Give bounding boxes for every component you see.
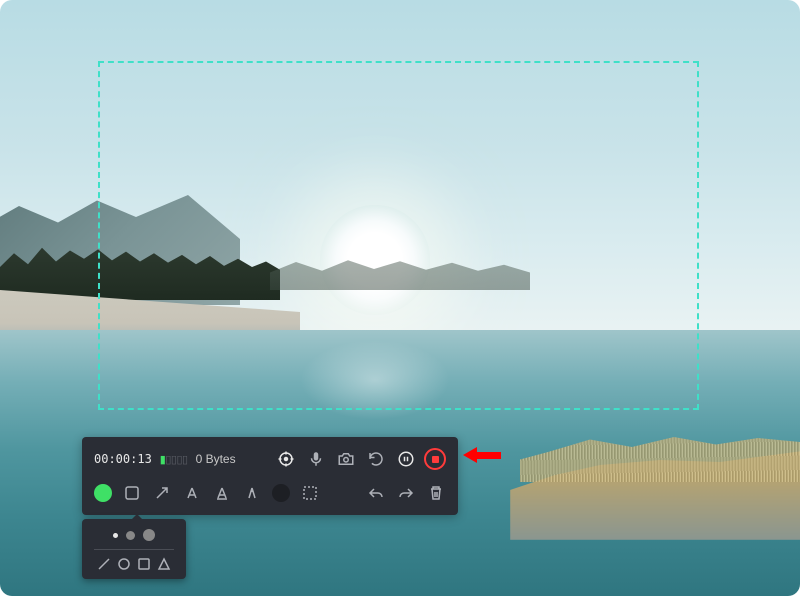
divider xyxy=(94,549,174,550)
shape-circle-button[interactable] xyxy=(116,556,131,571)
callout-arrow xyxy=(463,447,501,463)
stop-icon xyxy=(432,456,439,463)
trash-button[interactable] xyxy=(426,483,446,503)
undo-button[interactable] xyxy=(366,483,386,503)
rectangle-icon xyxy=(124,485,140,501)
text-icon xyxy=(184,485,200,501)
shape-square-button[interactable] xyxy=(137,556,152,571)
camera-icon xyxy=(337,450,355,468)
arrow-tool-button[interactable] xyxy=(152,483,172,503)
arrow-icon xyxy=(154,485,170,501)
audio-level-meter: ▮▯▯▯▯ xyxy=(160,453,188,466)
brush-size-small[interactable] xyxy=(113,533,118,538)
recording-toolbar: 00:00:13 ▮▯▯▯▯ 0 Bytes xyxy=(82,437,458,515)
selection-icon xyxy=(302,485,318,501)
shape-line-button[interactable] xyxy=(96,556,111,571)
rectangle-tool-button[interactable] xyxy=(122,483,142,503)
selection-tool-button[interactable] xyxy=(300,483,320,503)
stop-button[interactable] xyxy=(424,448,446,470)
triangle-icon xyxy=(157,557,171,571)
color-picker-button[interactable] xyxy=(94,484,112,502)
draw-icon xyxy=(244,485,260,501)
microphone-button[interactable] xyxy=(304,447,328,471)
draw-tool-button[interactable] xyxy=(242,483,262,503)
microphone-icon xyxy=(307,450,325,468)
trash-icon xyxy=(428,485,444,501)
eraser-button[interactable] xyxy=(272,484,290,502)
brush-options-popup xyxy=(82,519,186,579)
highlight-icon xyxy=(214,485,230,501)
square-icon xyxy=(137,557,151,571)
brush-size-large[interactable] xyxy=(143,529,155,541)
text-tool-button[interactable] xyxy=(182,483,202,503)
pause-button[interactable] xyxy=(394,447,418,471)
circle-icon xyxy=(117,557,131,571)
line-icon xyxy=(97,557,111,571)
cursor-toggle-button[interactable] xyxy=(274,447,298,471)
restart-button[interactable] xyxy=(364,447,388,471)
recording-timer: 00:00:13 xyxy=(94,452,152,466)
recording-size: 0 Bytes xyxy=(196,452,236,466)
undo-icon xyxy=(368,485,384,501)
brush-size-medium[interactable] xyxy=(126,531,135,540)
cursor-target-icon xyxy=(277,450,295,468)
redo-icon xyxy=(398,485,414,501)
restart-icon xyxy=(367,450,385,468)
pause-icon xyxy=(397,450,415,468)
camera-button[interactable] xyxy=(334,447,358,471)
redo-button[interactable] xyxy=(396,483,416,503)
shape-triangle-button[interactable] xyxy=(157,556,172,571)
highlight-tool-button[interactable] xyxy=(212,483,232,503)
